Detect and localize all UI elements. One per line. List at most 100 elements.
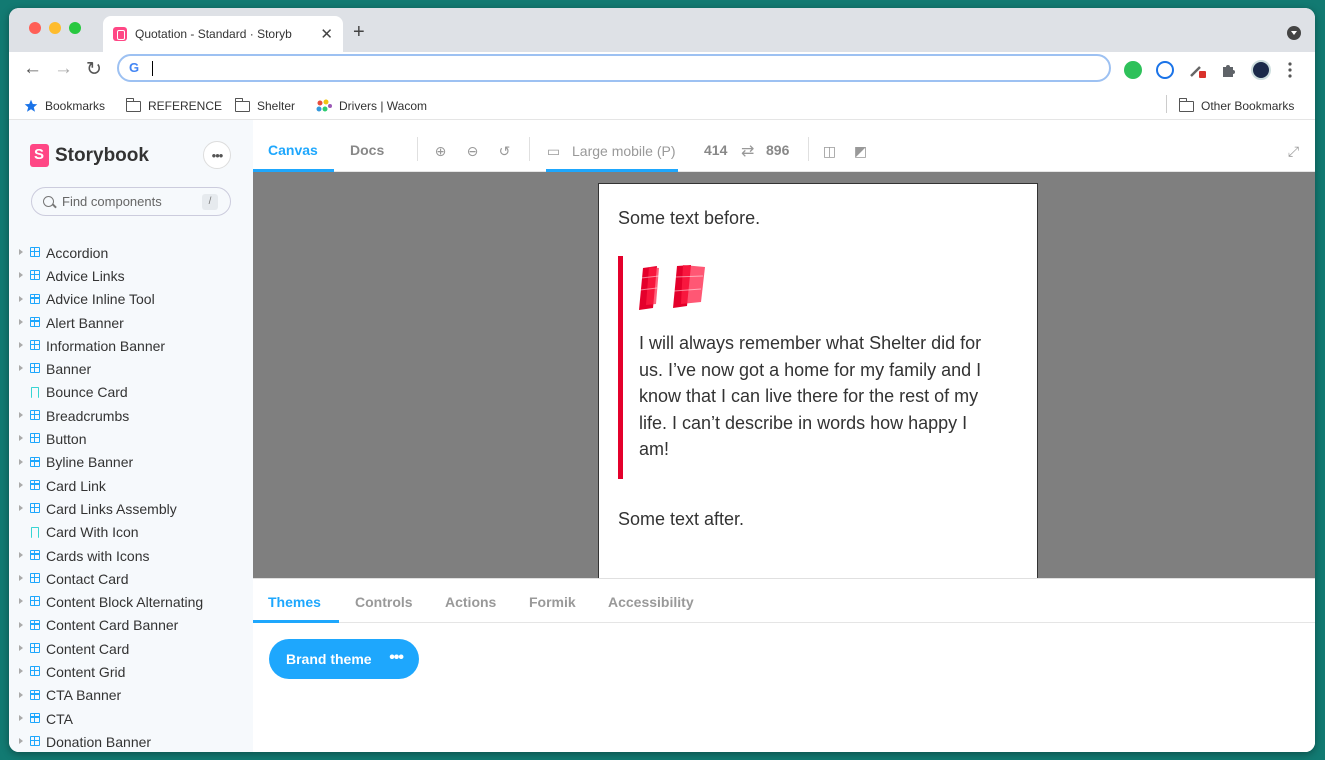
expand-arrow-icon[interactable] [19,342,23,349]
expand-arrow-icon[interactable] [19,318,23,325]
expand-arrow-icon[interactable] [19,598,23,605]
profile-avatar[interactable] [1251,60,1271,80]
sidebar-item[interactable]: Card Links Assembly [9,497,253,520]
expand-arrow-icon[interactable] [19,295,23,302]
viewport-swap-icon[interactable]: ⇄ [741,141,754,161]
sidebar-item[interactable]: Alert Banner [9,311,253,334]
toolbar-divider [808,137,809,161]
sidebar-item[interactable]: Card Link [9,474,253,497]
expand-arrow-icon[interactable] [19,575,23,582]
split-panel-icon[interactable]: ◫ [822,144,837,159]
sidebar-item[interactable]: Content Block Alternating [9,590,253,613]
sidebar-item-label: Byline Banner [46,454,134,471]
sidebar-item[interactable]: CTA Banner [9,684,253,707]
bookmark-shelter[interactable]: Shelter [234,97,295,113]
back-button[interactable]: ← [23,58,42,80]
sidebar-item-label: Accordion [46,244,109,261]
tab-actions[interactable]: Actions [445,594,496,610]
expand-arrow-icon[interactable] [19,505,23,512]
theme-menu-icon[interactable]: ••• [389,649,404,667]
sidebar-item[interactable]: Cards with Icons [9,544,253,567]
sidebar-item[interactable]: Bounce Card [9,381,253,404]
bookmark-icon [31,386,39,398]
forward-button[interactable]: → [54,58,73,80]
sidebar-item[interactable]: Advice Links [9,264,253,287]
new-tab-button[interactable]: + [353,21,365,44]
extensions-puzzle-icon[interactable] [1220,61,1238,79]
bookmark-reference[interactable]: REFERENCE [125,97,222,113]
expand-arrow-icon[interactable] [19,551,23,558]
tab-themes[interactable]: Themes [268,594,321,610]
tab-title: Quotation - Standard · Storyb [135,27,292,41]
expand-arrow-icon[interactable] [19,412,23,419]
sidebar-item[interactable]: Content Grid [9,660,253,683]
expand-arrow-icon[interactable] [19,435,23,442]
viewport-select[interactable]: Large mobile (P) [572,143,676,159]
bookmark-wacom[interactable]: Drivers | Wacom [316,99,427,113]
component-icon [30,270,40,281]
tab-close-icon[interactable]: ✕ [320,25,333,43]
component-icon [30,247,40,257]
password-manager-icon[interactable] [1156,61,1174,79]
expand-arrow-icon[interactable] [19,272,23,279]
search-input[interactable]: Find components / [31,187,231,216]
address-bar[interactable]: G [117,54,1111,82]
reset-zoom-icon[interactable]: ↺ [497,144,512,159]
sidebar-item[interactable]: Donation Banner [9,730,253,752]
tab-formik[interactable]: Formik [529,594,576,610]
expand-arrow-icon[interactable] [19,714,23,721]
toolbar-divider [529,137,530,161]
expand-arrow-icon[interactable] [19,458,23,465]
sidebar-menu-button[interactable]: ••• [203,141,231,169]
expand-arrow-icon[interactable] [19,668,23,675]
expand-arrow-icon[interactable] [19,621,23,628]
sidebar-item-label: Button [46,431,87,448]
expand-arrow-icon[interactable] [19,481,23,488]
browser-menu-icon[interactable] [1287,61,1293,79]
tab-controls[interactable]: Controls [355,594,413,610]
tab-canvas[interactable]: Canvas [268,142,318,158]
reload-button[interactable]: ↻ [86,58,102,81]
sidebar-item-label: Banner [46,361,92,378]
sidebar-item[interactable]: Byline Banner [9,451,253,474]
sidebar-item[interactable]: Information Banner [9,334,253,357]
zoom-out-icon[interactable]: ⊖ [465,144,480,159]
sidebar-item[interactable]: Breadcrumbs [9,404,253,427]
sidebar-item[interactable]: Advice Inline Tool [9,288,253,311]
sidebar-item[interactable]: CTA [9,707,253,730]
tab-docs[interactable]: Docs [350,142,384,158]
sidebar-item[interactable]: Button [9,427,253,450]
brand-theme-button[interactable]: Brand theme ••• [269,639,419,679]
zoom-in-icon[interactable]: ⊕ [433,144,448,159]
maximize-window-button[interactable] [69,22,81,34]
background-contrast-icon[interactable]: ◩ [853,144,868,159]
tab-search-icon[interactable] [1287,26,1301,40]
expand-arrow-icon[interactable] [19,365,23,372]
sidebar-item-label: Content Card Banner [46,617,179,634]
expand-arrow-icon[interactable] [19,249,23,255]
browser-tab[interactable]: Quotation - Standard · Storyb ✕ [103,16,343,52]
expand-arrow-icon[interactable] [19,691,23,698]
fullscreen-icon[interactable]: ⤢ [1286,144,1301,159]
expand-arrow-icon[interactable] [19,645,23,652]
sidebar-item[interactable]: Card With Icon [9,521,253,544]
sidebar-item[interactable]: Content Card [9,637,253,660]
tab-accessibility[interactable]: Accessibility [608,594,694,610]
sidebar-item[interactable]: Banner [9,357,253,380]
sidebar-item-label: Alert Banner [46,314,124,331]
component-icon [30,689,40,700]
extension-green-icon[interactable] [1124,61,1142,79]
storybook-logo[interactable]: Storybook [30,144,149,167]
sidebar-item[interactable]: Content Card Banner [9,614,253,637]
sidebar-item[interactable]: Accordion [9,241,253,264]
other-bookmarks[interactable]: Other Bookmarks [1178,97,1294,113]
viewport-height: 896 [766,142,790,158]
bookmark-bookmarks[interactable]: Bookmarks [24,99,105,113]
eyedropper-extension-icon[interactable] [1188,61,1206,79]
component-icon [30,666,40,677]
expand-arrow-icon[interactable] [19,738,23,745]
close-window-button[interactable] [29,22,41,34]
minimize-window-button[interactable] [49,22,61,34]
component-icon [30,573,40,584]
sidebar-item[interactable]: Contact Card [9,567,253,590]
